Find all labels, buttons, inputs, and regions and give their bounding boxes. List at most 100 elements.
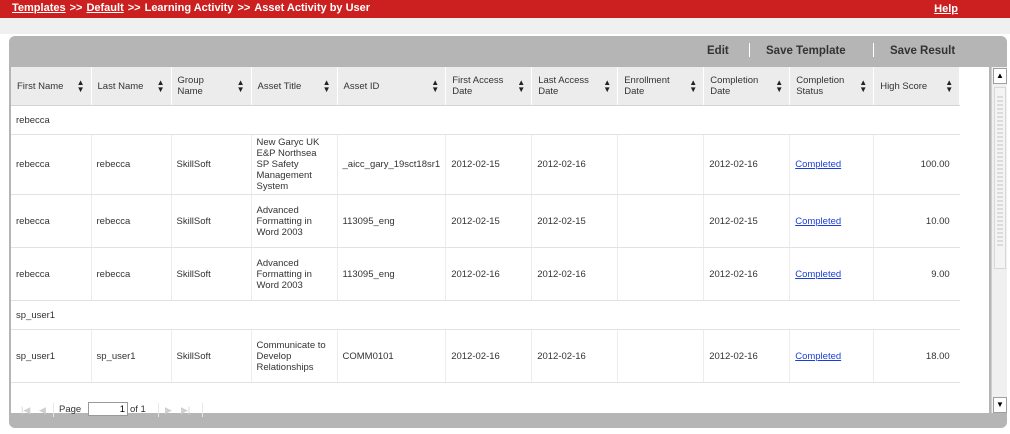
column-header-label: Completion Status bbox=[796, 75, 845, 97]
table-cell: SkillSoft bbox=[170, 134, 251, 195]
table-cell: 2012-02-16 bbox=[445, 329, 532, 383]
table-cell: Completed bbox=[789, 134, 874, 195]
column-header[interactable]: High Score ▲ ▼ bbox=[873, 67, 961, 106]
table-cell: SkillSoft bbox=[170, 247, 251, 301]
table-row[interactable]: sp_user1 sp_user1 SkillSoft Communicate to … bbox=[11, 329, 960, 383]
breadcrumb-separator: >> bbox=[127, 2, 141, 14]
group-header-row: rebecca bbox=[11, 105, 960, 135]
sort-arrows-icon[interactable]: ▲ ▼ bbox=[517, 79, 525, 94]
vertical-scrollbar[interactable]: ▲ ▼ bbox=[991, 67, 1007, 413]
first-page-icon[interactable]: |◀ bbox=[21, 405, 30, 416]
sort-arrows-icon[interactable]: ▲ ▼ bbox=[775, 79, 783, 94]
column-header[interactable]: Asset Title ▲ ▼ bbox=[251, 67, 338, 106]
table-body: rebecca rebecca rebecca SkillSoft New Garyc … bbox=[11, 105, 960, 383]
table-cell: rebecca bbox=[90, 134, 171, 195]
column-header[interactable]: Group Name ▲ ▼ bbox=[171, 67, 252, 106]
sort-arrows-icon[interactable]: ▲ ▼ bbox=[689, 79, 697, 94]
table-row[interactable]: rebecca rebecca SkillSoft Advanced Formatti… bbox=[11, 247, 960, 301]
sort-arrows-icon[interactable]: ▲ ▼ bbox=[323, 79, 331, 94]
group-label: sp_user1 bbox=[11, 300, 960, 330]
table-cell: Advanced Formatting in Word 2003 bbox=[250, 194, 337, 248]
column-header[interactable]: Completion Date ▲ ▼ bbox=[703, 67, 791, 106]
edit-button[interactable]: Edit bbox=[707, 45, 729, 57]
column-header-label: Group Name bbox=[177, 75, 204, 97]
help-link[interactable]: Help bbox=[934, 3, 958, 15]
breadcrumb: Templates >> Default >> Learning Activity >> A… bbox=[12, 2, 370, 14]
sort-arrows-icon[interactable]: ▲ ▼ bbox=[77, 79, 85, 94]
column-header[interactable]: Asset ID ▲ ▼ bbox=[337, 67, 447, 106]
group-label: rebecca bbox=[11, 105, 960, 135]
table-row[interactable]: rebecca rebecca SkillSoft New Garyc UK E&P … bbox=[11, 134, 960, 195]
sort-arrows-icon[interactable]: ▲ ▼ bbox=[603, 79, 611, 94]
table-cell: SkillSoft bbox=[170, 329, 251, 383]
table-cell: Communicate to Develop Relationships bbox=[250, 329, 337, 383]
table-cell: New Garyc UK E&P Northsea SP Safety Mana… bbox=[250, 134, 337, 195]
column-header[interactable]: First Name ▲ ▼ bbox=[11, 67, 92, 106]
results-grid: First Name ▲ ▼ Last Name ▲ ▼ Group Name ▲ ▼ Asset… bbox=[11, 67, 989, 413]
last-page-icon[interactable]: ▶| bbox=[181, 405, 190, 416]
table-cell bbox=[617, 247, 704, 301]
table-cell: rebecca bbox=[90, 194, 171, 248]
table-cell: 2012-02-16 bbox=[531, 247, 618, 301]
sort-arrows-icon[interactable]: ▲ ▼ bbox=[945, 79, 953, 94]
table-cell: Advanced Formatting in Word 2003 bbox=[250, 247, 337, 301]
column-header-label: Asset ID bbox=[343, 80, 380, 92]
results-table: First Name ▲ ▼ Last Name ▲ ▼ Group Name ▲ ▼ Asset… bbox=[11, 67, 961, 383]
breadcrumb-templates-link[interactable]: Templates bbox=[12, 2, 66, 14]
completion-status-link[interactable]: Completed bbox=[795, 269, 841, 280]
breadcrumb-separator: >> bbox=[69, 2, 83, 14]
table-cell: 100.00 bbox=[873, 134, 960, 195]
column-header[interactable]: Enrollment Date ▲ ▼ bbox=[617, 67, 705, 106]
sort-arrows-icon[interactable]: ▲ ▼ bbox=[237, 79, 245, 94]
table-cell: rebecca bbox=[11, 194, 91, 248]
table-cell: 2012-02-16 bbox=[703, 329, 790, 383]
table-cell: 2012-02-16 bbox=[703, 247, 790, 301]
breadcrumb-default-link[interactable]: Default bbox=[86, 2, 123, 14]
column-header-label: Asset Title bbox=[257, 80, 302, 92]
save-template-button[interactable]: Save Template bbox=[766, 45, 846, 57]
table-cell: sp_user1 bbox=[11, 329, 91, 383]
table-cell: 18.00 bbox=[873, 329, 960, 383]
table-cell: rebecca bbox=[11, 247, 91, 301]
table-cell: Completed bbox=[789, 247, 874, 301]
completion-status-link[interactable]: Completed bbox=[795, 159, 841, 170]
scroll-up-arrow-icon[interactable]: ▲ bbox=[993, 68, 1007, 84]
column-header[interactable]: Last Name ▲ ▼ bbox=[91, 67, 172, 106]
toolbar-divider bbox=[749, 43, 750, 57]
header-spacer bbox=[0, 18, 1010, 34]
previous-page-icon[interactable]: ◀ bbox=[39, 405, 46, 416]
completion-status-link[interactable]: Completed bbox=[795, 351, 841, 362]
table-cell: COMM0101 bbox=[336, 329, 446, 383]
table-header-row: First Name ▲ ▼ Last Name ▲ ▼ Group Name ▲ ▼ Asset… bbox=[11, 67, 961, 106]
pagination-bar: |◀ ◀ Page of 1 ▶ ▶| bbox=[15, 397, 415, 423]
breadcrumb-separator: >> bbox=[237, 2, 251, 14]
scroll-down-arrow-icon[interactable]: ▼ bbox=[993, 397, 1007, 413]
scrollbar-thumb[interactable] bbox=[994, 87, 1006, 269]
table-cell: 9.00 bbox=[873, 247, 960, 301]
column-header-label: High Score bbox=[880, 80, 928, 92]
column-header[interactable]: Completion Status ▲ ▼ bbox=[789, 67, 875, 106]
next-page-icon[interactable]: ▶ bbox=[165, 405, 172, 416]
report-toolbar: Edit Save Template Save Result bbox=[9, 36, 1007, 66]
sort-arrows-icon[interactable]: ▲ ▼ bbox=[859, 79, 867, 94]
table-cell: 2012-02-15 bbox=[445, 134, 532, 195]
table-cell: 113095_eng bbox=[336, 194, 446, 248]
table-cell bbox=[617, 194, 704, 248]
table-cell: 2012-02-16 bbox=[531, 329, 618, 383]
table-cell bbox=[617, 134, 704, 195]
table-cell: 113095_eng bbox=[336, 247, 446, 301]
column-header[interactable]: First Access Date ▲ ▼ bbox=[445, 67, 533, 106]
column-header[interactable]: Last Access Date ▲ ▼ bbox=[531, 67, 619, 106]
column-header-label: Enrollment Date bbox=[624, 75, 670, 97]
completion-status-link[interactable]: Completed bbox=[795, 216, 841, 227]
pager-divider bbox=[158, 403, 159, 417]
table-cell bbox=[617, 329, 704, 383]
table-cell: 2012-02-15 bbox=[703, 194, 790, 248]
save-result-button[interactable]: Save Result bbox=[890, 45, 955, 57]
table-row[interactable]: rebecca rebecca SkillSoft Advanced Formatti… bbox=[11, 194, 960, 248]
sort-arrows-icon[interactable]: ▲ ▼ bbox=[431, 79, 439, 94]
page-number-input[interactable] bbox=[88, 402, 128, 416]
table-cell: 2012-02-15 bbox=[531, 194, 618, 248]
breadcrumb-learning-activity: Learning Activity bbox=[144, 2, 234, 14]
sort-arrows-icon[interactable]: ▲ ▼ bbox=[157, 79, 165, 94]
